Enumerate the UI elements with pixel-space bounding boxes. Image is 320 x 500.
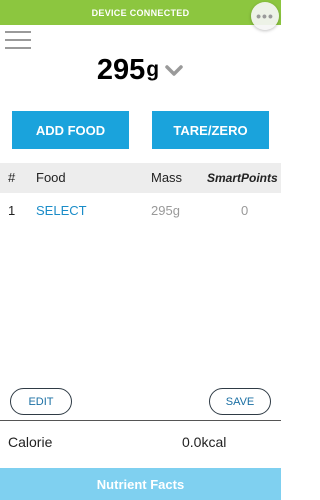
save-button[interactable]: SAVE [209, 388, 271, 415]
food-table-header: # Food Mass SmartPoints [0, 163, 281, 193]
connection-status-bar: DEVICE CONNECTED [0, 0, 281, 25]
divider [0, 420, 281, 421]
header-mass: Mass [151, 170, 183, 185]
nutrient-facts-button[interactable]: Nutrient Facts [0, 468, 281, 500]
calorie-label: Calorie [8, 434, 53, 450]
row-number: 1 [8, 203, 16, 218]
weight-unit: g [146, 58, 160, 81]
scale-weight-display: 295 g [0, 50, 281, 90]
header-number: # [8, 170, 16, 185]
header-smartpoints: SmartPoints [207, 171, 278, 185]
header-food: Food [36, 170, 66, 185]
more-options-button[interactable]: ••• [251, 2, 279, 30]
hamburger-menu-icon[interactable] [5, 30, 31, 50]
row-mass: 295g [151, 203, 180, 218]
row-smartpoints: 0 [241, 203, 249, 218]
more-dots-icon: ••• [256, 8, 274, 24]
calorie-row: Calorie 0.0kcal [0, 427, 281, 457]
connection-status-text: DEVICE CONNECTED [91, 7, 190, 18]
weight-value: 295 [96, 53, 146, 86]
edit-button[interactable]: EDIT [10, 388, 72, 415]
select-food-link[interactable]: SELECT [36, 196, 87, 226]
chevron-down-icon[interactable] [164, 64, 184, 78]
calorie-value: 0.0kcal [182, 434, 227, 450]
add-food-button[interactable]: ADD FOOD [12, 111, 129, 149]
tare-zero-button[interactable]: TARE/ZERO [152, 111, 269, 149]
table-row: 1 SELECT 295g 0 [0, 196, 281, 226]
